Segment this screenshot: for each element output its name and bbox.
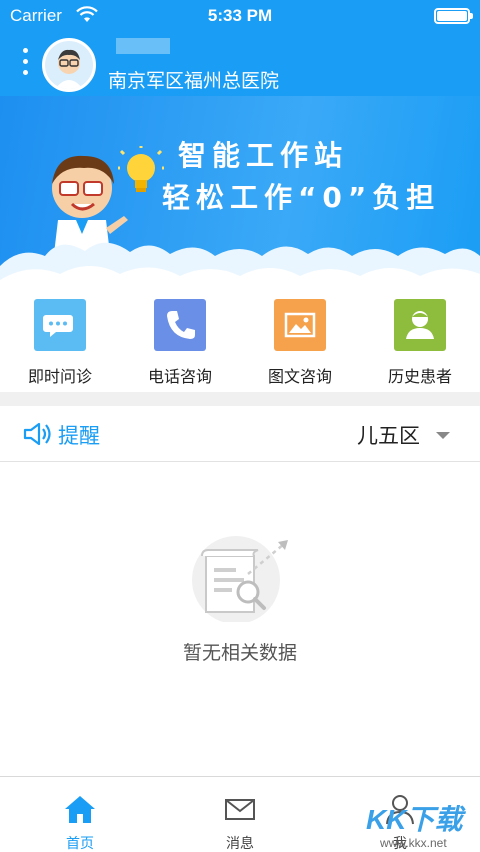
reminder-title: 提醒: [58, 424, 100, 448]
patient-icon: [394, 299, 446, 351]
tab-home[interactable]: 首页: [0, 777, 160, 852]
action-label: 历史患者: [387, 367, 452, 386]
battery-icon: [434, 8, 473, 24]
empty-document-icon: [192, 536, 288, 622]
region-selector[interactable]: 儿五区: [357, 420, 420, 450]
banner-title: 智能工作站: [178, 139, 349, 172]
action-label: 即时问诊: [27, 367, 92, 386]
more-menu-icon[interactable]: [22, 48, 30, 78]
status-time: 5:33 PM: [207, 6, 273, 25]
watermark-logo: KK下载: [366, 804, 463, 835]
home-icon: [65, 796, 95, 823]
tab-label: 首页: [66, 836, 94, 852]
hospital-name: 南京军区福州总医院: [108, 70, 280, 92]
mail-icon: [225, 799, 255, 820]
lightbulb-icon: [118, 146, 164, 192]
phone-icon: [154, 299, 206, 351]
image-icon: [274, 299, 326, 351]
username-redacted: [116, 38, 170, 54]
watermark-url: www.kkx.net: [380, 836, 447, 850]
action-label: 图文咨询: [267, 367, 332, 386]
chat-bubble-icon: [34, 299, 86, 351]
quick-actions: 即时问诊 电话咨询 图文咨询 历史患者: [0, 290, 480, 390]
action-image-consult[interactable]: 图文咨询: [240, 290, 360, 390]
section-divider: [0, 392, 480, 406]
watermark: KK下载 www.kkx.net: [362, 798, 480, 852]
banner-subtitle: 轻松工作“0”负担: [162, 181, 441, 214]
status-bar: Carrier 5:33 PM: [0, 0, 480, 32]
app-screen: Carrier 5:33 PM 南京军区福州总医院 智能工作站 轻松工作“0”负…: [0, 0, 480, 852]
action-label: 电话咨询: [147, 367, 212, 386]
header-banner: Carrier 5:33 PM 南京军区福州总医院 智能工作站 轻松工作“0”负…: [0, 0, 480, 285]
speaker-icon: [23, 422, 51, 446]
cloud-decoration: [0, 242, 480, 285]
doctor-avatar-icon: [45, 41, 93, 89]
action-instant-consult[interactable]: 即时问诊: [0, 290, 120, 390]
empty-state-text: 暂无相关数据: [182, 642, 297, 664]
avatar[interactable]: [42, 38, 96, 92]
action-history-patients[interactable]: 历史患者: [360, 290, 480, 390]
reminder-header: 提醒 儿五区: [0, 406, 480, 462]
chevron-down-icon[interactable]: [436, 432, 450, 439]
tab-label: 消息: [226, 836, 254, 852]
action-phone-consult[interactable]: 电话咨询: [120, 290, 240, 390]
tab-messages[interactable]: 消息: [160, 777, 320, 852]
